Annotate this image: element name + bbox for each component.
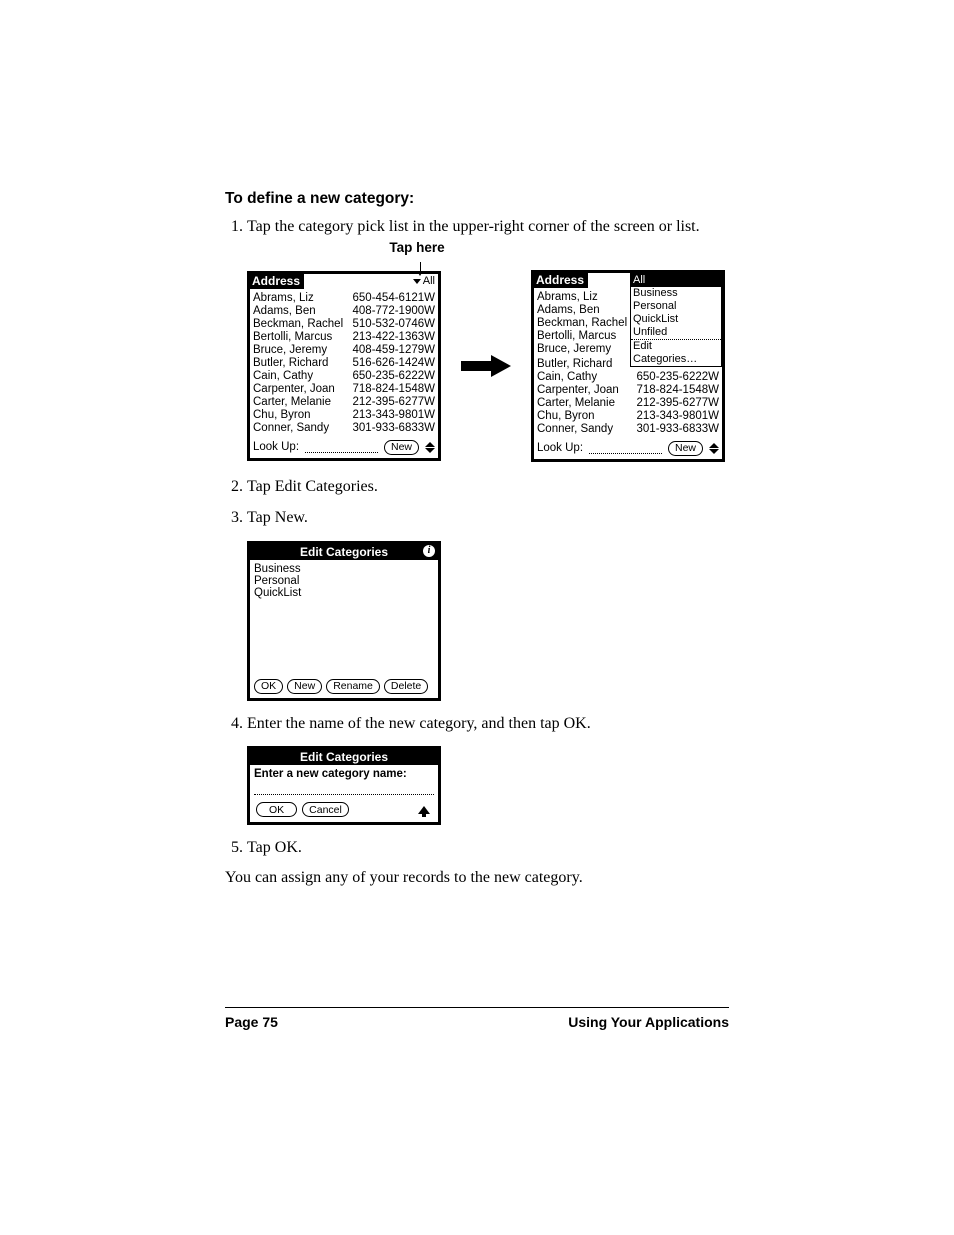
- list-item[interactable]: Cain, Cathy650-235-6222W: [537, 371, 719, 384]
- list-item[interactable]: Carpenter, Joan718-824-1548W: [253, 383, 435, 396]
- list-item[interactable]: Carpenter, Joan718-824-1548W: [537, 384, 719, 397]
- step-4: Enter the name of the new category, and …: [247, 713, 729, 735]
- app-title: Address: [534, 273, 588, 288]
- address-screen-left: Address All Abrams, Liz650-454-6121W Ada…: [247, 271, 441, 461]
- dropdown-item[interactable]: Business: [631, 287, 721, 300]
- steps-list-cont3: Tap OK.: [225, 837, 729, 859]
- list-item[interactable]: Bertolli, Marcus: [537, 330, 632, 343]
- list-item[interactable]: Bruce, Jeremy: [537, 343, 632, 356]
- list-item[interactable]: Adams, Ben: [537, 304, 632, 317]
- dropdown-item[interactable]: All: [631, 274, 721, 287]
- address-list-lower: Butler, Richard516-626-1424W Cain, Cathy…: [534, 356, 722, 438]
- shift-indicator-icon: [418, 806, 430, 814]
- address-list: Abrams, Liz Adams, Ben Beckman, Rachel B…: [534, 289, 635, 358]
- new-button[interactable]: New: [384, 440, 419, 455]
- scroll-down-icon: [709, 449, 719, 454]
- list-item[interactable]: Beckman, Rachel: [537, 317, 632, 330]
- address-screen-right: Address All Business Personal QuickList …: [531, 270, 725, 462]
- step-3: Tap New.: [247, 507, 729, 529]
- list-item[interactable]: Carter, Melanie212-395-6277W: [253, 396, 435, 409]
- dropdown-item-edit-categories[interactable]: Edit Categories…: [631, 339, 721, 366]
- scroll-up-icon: [709, 443, 719, 448]
- list-item[interactable]: Abrams, Liz: [537, 291, 632, 304]
- dropdown-item[interactable]: QuickList: [631, 313, 721, 326]
- chevron-down-icon: [413, 279, 421, 284]
- prompt-label: Enter a new category name:: [250, 765, 438, 782]
- cancel-button[interactable]: Cancel: [302, 802, 349, 817]
- dropdown-item[interactable]: Personal: [631, 300, 721, 313]
- arrow-right-icon: [461, 355, 511, 377]
- list-item[interactable]: Chu, Byron213-343-9801W: [537, 410, 719, 423]
- closing-text: You can assign any of your records to th…: [225, 869, 729, 887]
- page-footer: Page 75 Using Your Applications: [225, 1007, 729, 1030]
- list-item[interactable]: Bruce, Jeremy408-459-1279W: [253, 344, 435, 357]
- list-item[interactable]: Chu, Byron213-343-9801W: [253, 409, 435, 422]
- step-2: Tap Edit Categories.: [247, 476, 729, 498]
- info-icon[interactable]: i: [423, 545, 435, 557]
- scroll-up-icon: [425, 442, 435, 447]
- list-item[interactable]: Butler, Richard516-626-1424W: [253, 357, 435, 370]
- address-list: Abrams, Liz650-454-6121W Adams, Ben408-7…: [250, 290, 438, 437]
- list-item[interactable]: Adams, Ben408-772-1900W: [253, 305, 435, 318]
- category-dropdown[interactable]: All Business Personal QuickList Unfiled …: [630, 273, 722, 367]
- category-name-input[interactable]: [254, 782, 434, 795]
- list-item[interactable]: Beckman, Rachel510-532-0746W: [253, 318, 435, 331]
- steps-list: Tap the category pick list in the upper-…: [225, 216, 729, 238]
- scroll-arrows[interactable]: [709, 443, 719, 454]
- scroll-down-icon: [425, 448, 435, 453]
- list-item[interactable]: Personal: [254, 575, 434, 587]
- dropdown-item[interactable]: Unfiled: [631, 326, 721, 339]
- figure-address-screens: Tap here Address All Abrams, Liz650-454-…: [247, 270, 729, 462]
- picklist-label: All: [423, 275, 435, 288]
- page-number: Page 75: [225, 1014, 278, 1030]
- list-item[interactable]: Abrams, Liz650-454-6121W: [253, 292, 435, 305]
- rename-button[interactable]: Rename: [326, 679, 380, 694]
- list-item[interactable]: Conner, Sandy301-933-6833W: [253, 422, 435, 435]
- list-item[interactable]: Cain, Cathy650-235-6222W: [253, 370, 435, 383]
- lookup-input[interactable]: [589, 443, 662, 454]
- category-list: Business Personal QuickList: [250, 560, 438, 676]
- section-title: Using Your Applications: [568, 1014, 729, 1030]
- step-1: Tap the category pick list in the upper-…: [247, 216, 729, 238]
- section-heading: To define a new category:: [225, 190, 729, 208]
- dialog-title: Edit Categories i: [250, 544, 438, 560]
- tap-here-pointer: [420, 262, 421, 272]
- app-title: Address: [250, 274, 304, 289]
- list-item[interactable]: Bertolli, Marcus213-422-1363W: [253, 331, 435, 344]
- lookup-label: Look Up:: [253, 441, 299, 454]
- steps-list-cont: Tap Edit Categories. Tap New.: [225, 476, 729, 529]
- tap-here-label: Tap here: [377, 240, 457, 255]
- new-category-dialog: Edit Categories Enter a new category nam…: [247, 746, 441, 825]
- list-item[interactable]: Carter, Melanie212-395-6277W: [537, 397, 719, 410]
- delete-button[interactable]: Delete: [384, 679, 428, 694]
- step-5: Tap OK.: [247, 837, 729, 859]
- ok-button[interactable]: OK: [256, 802, 297, 817]
- ok-button[interactable]: OK: [254, 679, 283, 694]
- new-button[interactable]: New: [668, 441, 703, 456]
- new-button[interactable]: New: [287, 679, 322, 694]
- category-picklist[interactable]: All: [413, 275, 438, 288]
- scroll-arrows[interactable]: [425, 442, 435, 453]
- steps-list-cont2: Enter the name of the new category, and …: [225, 713, 729, 735]
- edit-categories-dialog: Edit Categories i Business Personal Quic…: [247, 541, 441, 701]
- lookup-label: Look Up:: [537, 442, 583, 455]
- list-item[interactable]: QuickList: [254, 587, 434, 599]
- dialog-title: Edit Categories: [250, 749, 438, 765]
- list-item[interactable]: Conner, Sandy301-933-6833W: [537, 423, 719, 436]
- list-item[interactable]: Business: [254, 563, 434, 575]
- lookup-input[interactable]: [305, 442, 378, 453]
